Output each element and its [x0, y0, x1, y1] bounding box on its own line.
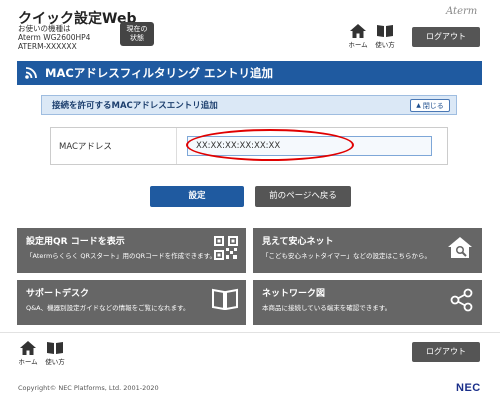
tile-desc: Q&A、機器別設定ガイドなどの情報をご覧になれます。 [26, 304, 190, 312]
nec-logo: NEC [456, 382, 481, 394]
book-icon [47, 342, 63, 354]
copyright: Copyright© NEC Platforms, Ltd. 2001-2020 [18, 384, 159, 392]
home-icon [350, 24, 366, 38]
footer-home-button[interactable]: ホーム [15, 341, 41, 369]
device-info: お使いの機種は Aterm WG2600HP4 ATERM-XXXXXX [18, 24, 90, 51]
footer-help-label: 使い方 [45, 358, 65, 366]
tile-title: 見えて安心ネット [262, 237, 334, 247]
tile-qr-code[interactable]: 設定用QR コードを表示 「Atermらくらく QRスタート」用のQRコードを作… [17, 228, 246, 273]
home-search-icon [448, 237, 472, 258]
book-icon [377, 25, 393, 37]
home-label: ホーム [348, 41, 368, 49]
close-section-button[interactable]: ▲ 閉じる [410, 99, 450, 112]
section-header: 接続を許可するMACアドレスエントリ追加 ▲ 閉じる [41, 95, 457, 115]
tile-support-desk[interactable]: サポートデスク Q&A、機器別設定ガイドなどの情報をご覧になれます。 [17, 280, 246, 325]
device-model: Aterm WG2600HP4 [18, 33, 91, 42]
footer-divider [0, 332, 500, 333]
home-icon [20, 341, 36, 355]
submit-button[interactable]: 設定 [150, 186, 244, 207]
mac-address-label: MACアドレス [51, 128, 177, 164]
share-network-icon [450, 288, 473, 312]
status-button-line1: 現在の [126, 25, 148, 33]
tile-desc: 「Atermらくらく QRスタート」用のQRコードを作成できます。 [26, 252, 216, 260]
device-id: ATERM-XXXXXX [18, 42, 77, 51]
tile-title: 設定用QR コードを表示 [26, 237, 125, 247]
back-button[interactable]: 前のページへ戻る [255, 186, 351, 207]
book-icon [212, 288, 238, 310]
device-label: お使いの機種は [18, 24, 71, 33]
current-status-button[interactable]: 現在の 状態 [120, 22, 154, 46]
aterm-logo: Aterm [446, 6, 478, 17]
tile-network-map[interactable]: ネットワーク図 本商品に接続している端末を確認できます。 [253, 280, 482, 325]
tile-mieru-anshin[interactable]: 見えて安心ネット 「こども安心ネットタイマー」などの設定はこちらから。 [253, 228, 482, 273]
page-title: MACアドレスフィルタリング エントリ追加 [45, 66, 274, 80]
help-button[interactable]: 使い方 [372, 24, 398, 52]
tile-title: サポートデスク [26, 289, 90, 299]
footer-logout-button[interactable]: ログアウト [412, 342, 480, 362]
mac-address-row: MACアドレス [50, 127, 448, 165]
qr-code-icon [214, 236, 238, 260]
close-label: 閉じる [422, 101, 444, 110]
tile-desc: 本商品に接続している端末を確認できます。 [262, 304, 392, 312]
status-button-line2: 状態 [130, 34, 144, 42]
section-title: 接続を許可するMACアドレスエントリ追加 [52, 101, 218, 111]
tile-title: ネットワーク図 [262, 289, 326, 299]
header: クイック設定Web お使いの機種は Aterm WG2600HP4 ATERM-… [0, 0, 500, 52]
logout-button[interactable]: ログアウト [412, 27, 480, 47]
caret-up-icon: ▲ [416, 102, 421, 109]
tile-desc: 「こども安心ネットタイマー」などの設定はこちらから。 [262, 252, 431, 260]
mac-address-input[interactable] [187, 136, 432, 156]
page-title-bar: MACアドレスフィルタリング エントリ追加 [17, 61, 482, 85]
help-label: 使い方 [375, 41, 395, 49]
footer-help-button[interactable]: 使い方 [42, 341, 68, 369]
footer-home-label: ホーム [18, 358, 38, 366]
home-button[interactable]: ホーム [345, 24, 371, 52]
wifi-icon [25, 67, 37, 79]
mac-address-cell [177, 128, 447, 164]
